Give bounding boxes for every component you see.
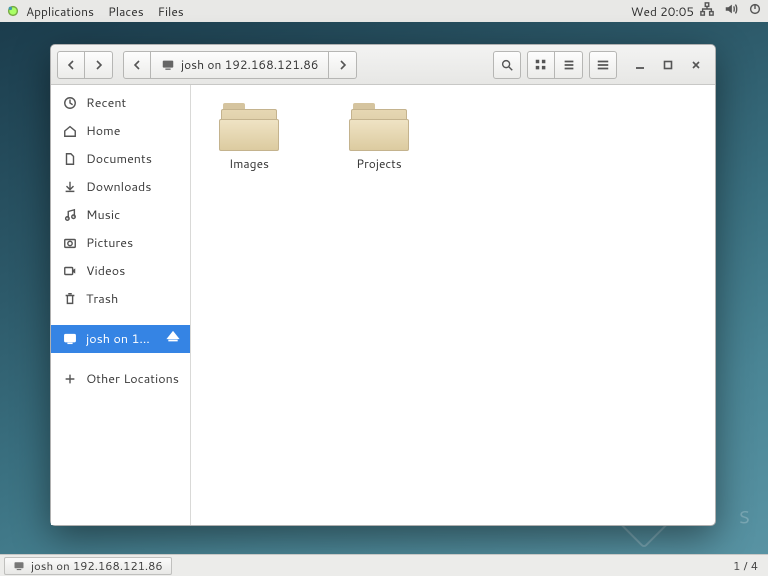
- menu-files[interactable]: Files: [158, 3, 184, 20]
- sidebar-item-label: Trash: [86, 290, 118, 308]
- sidebar-item-label: Downloads: [86, 178, 151, 196]
- nav-buttons: [57, 51, 113, 79]
- close-button[interactable]: [689, 58, 703, 72]
- volume-icon[interactable]: [724, 2, 738, 20]
- minimize-button[interactable]: [633, 58, 647, 72]
- bottom-panel: josh on 192.168.121.86 1 / 4: [0, 554, 768, 576]
- eject-icon[interactable]: [166, 330, 180, 349]
- sidebar: Recent Home Documents Downloads Music Pi…: [51, 85, 191, 525]
- workspace-indicator[interactable]: 1 / 4: [733, 557, 758, 574]
- sidebar-item-label: Other Locations: [86, 370, 179, 388]
- taskbar-window-button[interactable]: josh on 192.168.121.86: [4, 557, 172, 575]
- path-next-button[interactable]: [329, 51, 357, 79]
- maximize-button[interactable]: [661, 58, 675, 72]
- top-menus: Applications Places Files: [26, 3, 184, 20]
- sidebar-item-recent[interactable]: Recent: [51, 89, 190, 117]
- path-bar: josh on 192.168.121.86: [123, 51, 357, 79]
- forward-button[interactable]: [85, 51, 113, 79]
- top-panel: Applications Places Files Wed 20:05: [0, 0, 768, 22]
- video-icon: [63, 264, 77, 278]
- taskbar-window-label: josh on 192.168.121.86: [31, 557, 163, 574]
- sidebar-item-label: Music: [86, 206, 120, 224]
- sidebar-item-label: Videos: [86, 262, 125, 280]
- view-grid-button[interactable]: [527, 51, 555, 79]
- folder-label: Images: [229, 155, 269, 172]
- camera-icon: [63, 236, 77, 250]
- sidebar-item-trash[interactable]: Trash: [51, 285, 190, 313]
- sidebar-item-music[interactable]: Music: [51, 201, 190, 229]
- download-icon: [63, 180, 77, 194]
- path-segment-current[interactable]: josh on 192.168.121.86: [151, 51, 329, 79]
- folder-icon: [219, 101, 279, 151]
- view-list-button[interactable]: [555, 51, 583, 79]
- file-manager-window: josh on 192.168.121.86 Recent Home: [50, 44, 716, 526]
- folder-item[interactable]: Projects: [339, 101, 419, 172]
- search-button[interactable]: [493, 51, 521, 79]
- computer-icon: [63, 332, 77, 346]
- folder-item[interactable]: Images: [209, 101, 289, 172]
- sidebar-item-pictures[interactable]: Pictures: [51, 229, 190, 257]
- computer-icon: [13, 560, 25, 572]
- document-icon: [63, 152, 77, 166]
- folder-label: Projects: [356, 155, 402, 172]
- sidebar-item-downloads[interactable]: Downloads: [51, 173, 190, 201]
- trash-icon: [63, 292, 77, 306]
- folder-icon: [349, 101, 409, 151]
- sidebar-item-label: Pictures: [86, 234, 133, 252]
- folder-view[interactable]: Images Projects: [191, 85, 715, 525]
- sidebar-item-videos[interactable]: Videos: [51, 257, 190, 285]
- plus-icon: [63, 372, 77, 386]
- sidebar-item-label: Home: [86, 122, 120, 140]
- menu-applications[interactable]: Applications: [26, 3, 94, 20]
- sidebar-item-documents[interactable]: Documents: [51, 145, 190, 173]
- back-button[interactable]: [57, 51, 85, 79]
- titlebar: josh on 192.168.121.86: [51, 45, 715, 85]
- clock[interactable]: Wed 20:05: [631, 3, 694, 20]
- path-label: josh on 192.168.121.86: [181, 56, 318, 73]
- distro-logo-icon: [6, 4, 20, 18]
- view-switcher: [527, 51, 583, 79]
- home-icon: [63, 124, 77, 138]
- sidebar-item-home[interactable]: Home: [51, 117, 190, 145]
- clock-icon: [63, 96, 77, 110]
- network-icon[interactable]: [700, 2, 714, 20]
- system-tray: [700, 2, 762, 20]
- menu-places[interactable]: Places: [108, 3, 144, 20]
- computer-icon: [161, 58, 175, 72]
- hamburger-menu-button[interactable]: [589, 51, 617, 79]
- path-prev-button[interactable]: [123, 51, 151, 79]
- sidebar-item-other-locations[interactable]: Other Locations: [51, 365, 190, 393]
- window-controls: [633, 58, 703, 72]
- music-icon: [63, 208, 77, 222]
- sidebar-item-label: Recent: [86, 94, 126, 112]
- sidebar-item-label: Documents: [86, 150, 152, 168]
- sidebar-item-remote[interactable]: josh on 192....: [51, 325, 190, 353]
- power-icon[interactable]: [748, 2, 762, 20]
- sidebar-item-label: josh on 192....: [86, 330, 157, 348]
